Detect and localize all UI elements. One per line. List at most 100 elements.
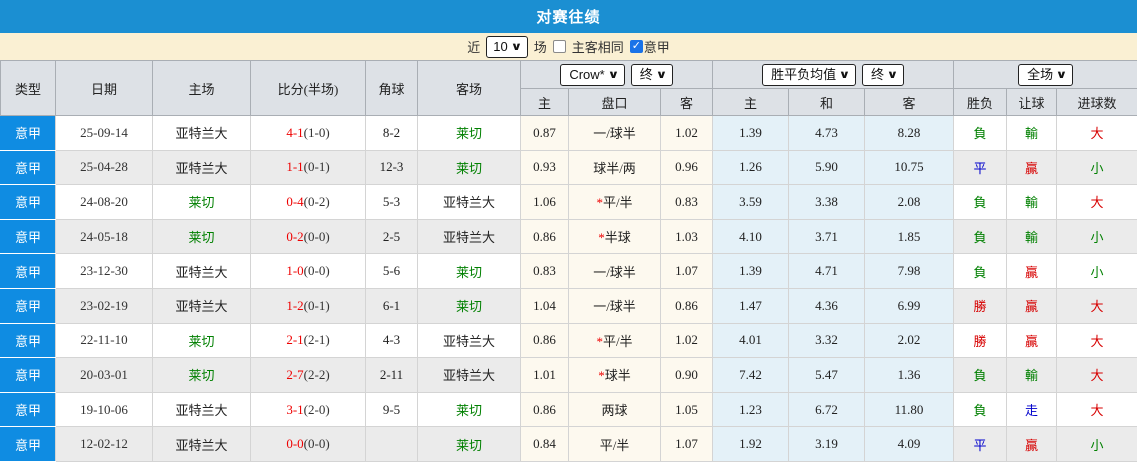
home-team-cell[interactable]: 莱切 — [153, 323, 251, 358]
halftime-score: (0-1) — [304, 298, 330, 313]
home-team-cell[interactable]: 莱切 — [153, 358, 251, 393]
odds-home-cell: 1.04 — [521, 288, 569, 323]
odds-group-header: Crow* ∨ 终 ∨ — [521, 61, 713, 89]
subcol-goals: 进球数 — [1057, 89, 1137, 116]
away-team-cell[interactable]: 莱切 — [418, 254, 521, 289]
period-select[interactable]: 全场 ∨ — [1018, 64, 1073, 86]
score-cell: 4-1(1-0) — [251, 116, 366, 151]
home-team-cell[interactable]: 亚特兰大 — [153, 254, 251, 289]
average-stage-select[interactable]: 终 ∨ — [862, 64, 904, 86]
chevron-down-icon: ∨ — [839, 66, 851, 84]
avg-away-cell: 10.75 — [865, 150, 954, 185]
goals-result-cell: 大 — [1057, 288, 1137, 323]
same-venue-checkbox[interactable] — [553, 40, 566, 53]
home-team-cell[interactable]: 亚特兰大 — [153, 150, 251, 185]
avg-away-cell: 8.28 — [865, 116, 954, 151]
match-date-cell: 24-05-18 — [56, 219, 153, 254]
subcol-avg-draw: 和 — [789, 89, 865, 116]
handicap-result-cell: 輸 — [1007, 219, 1057, 254]
average-type-select[interactable]: 胜平负均值 ∨ — [762, 64, 856, 86]
col-header-away: 客场 — [418, 61, 521, 116]
title-text: 对赛往绩 — [536, 6, 600, 27]
goals-result-cell: 小 — [1057, 427, 1137, 462]
handicap-result-cell: 輸 — [1007, 185, 1057, 220]
away-team-cell[interactable]: 莱切 — [418, 392, 521, 427]
away-team-cell[interactable]: 亚特兰大 — [418, 185, 521, 220]
near-label: 近 — [467, 37, 480, 56]
league-type-cell[interactable]: 意甲 — [1, 358, 56, 393]
table-row: 意甲 25-09-14 亚特兰大 4-1(1-0) 8-2 莱切 0.87 一/… — [1, 116, 1137, 151]
bookmaker-select[interactable]: Crow* ∨ — [560, 64, 624, 86]
league-type-cell[interactable]: 意甲 — [1, 116, 56, 151]
odds-away-cell: 1.05 — [661, 392, 713, 427]
goals-result-cell: 小 — [1057, 219, 1137, 254]
corner-score-cell — [366, 427, 418, 462]
league-type-cell[interactable]: 意甲 — [1, 185, 56, 220]
avg-away-cell: 1.85 — [865, 219, 954, 254]
away-team-cell[interactable]: 莱切 — [418, 150, 521, 185]
result-cell: 負 — [954, 254, 1007, 289]
fulltime-score: 1-0 — [286, 263, 303, 278]
league-type-cell[interactable]: 意甲 — [1, 392, 56, 427]
home-team-cell[interactable]: 莱切 — [153, 185, 251, 220]
goals-result-cell: 小 — [1057, 150, 1137, 185]
home-team-cell[interactable]: 亚特兰大 — [153, 116, 251, 151]
handicap-result-cell: 贏 — [1007, 254, 1057, 289]
away-team-cell[interactable]: 莱切 — [418, 427, 521, 462]
table-row: 意甲 12-02-12 亚特兰大 0-0(0-0) 莱切 0.84 平/半 1.… — [1, 427, 1137, 462]
handicap-cell: *平/半 — [569, 323, 661, 358]
recent-count-select[interactable]: 10 ∨ — [486, 36, 527, 58]
odds-stage-select[interactable]: 终 ∨ — [631, 64, 673, 86]
home-team-cell[interactable]: 亚特兰大 — [153, 288, 251, 323]
avg-home-cell: 1.23 — [713, 392, 789, 427]
odds-away-cell: 0.86 — [661, 288, 713, 323]
league-filter-checkbox[interactable] — [630, 40, 643, 53]
subcol-avg-home: 主 — [713, 89, 789, 116]
table-row: 意甲 24-05-18 莱切 0-2(0-0) 2-5 亚特兰大 0.86 *半… — [1, 219, 1137, 254]
halftime-score: (0-1) — [304, 159, 330, 174]
away-team-cell[interactable]: 亚特兰大 — [418, 358, 521, 393]
odds-away-cell: 1.02 — [661, 323, 713, 358]
away-team-cell[interactable]: 莱切 — [418, 116, 521, 151]
corner-score-cell: 6-1 — [366, 288, 418, 323]
league-type-cell[interactable]: 意甲 — [1, 323, 56, 358]
corner-score-cell: 9-5 — [366, 392, 418, 427]
score-cell: 0-0(0-0) — [251, 427, 366, 462]
same-venue-label[interactable]: 主客相同 — [572, 37, 624, 56]
odds-away-cell: 1.02 — [661, 116, 713, 151]
odds-home-cell: 0.83 — [521, 254, 569, 289]
league-filter-label[interactable]: 意甲 — [644, 37, 670, 56]
avg-draw-cell: 4.73 — [789, 116, 865, 151]
goals-result-cell: 大 — [1057, 392, 1137, 427]
score-cell: 1-0(0-0) — [251, 254, 366, 289]
league-type-cell[interactable]: 意甲 — [1, 150, 56, 185]
handicap-result-cell: 贏 — [1007, 288, 1057, 323]
home-team-cell[interactable]: 亚特兰大 — [153, 392, 251, 427]
result-cell: 負 — [954, 358, 1007, 393]
avg-home-cell: 4.01 — [713, 323, 789, 358]
away-team-cell[interactable]: 亚特兰大 — [418, 219, 521, 254]
score-cell: 3-1(2-0) — [251, 392, 366, 427]
handicap-cell: *平/半 — [569, 185, 661, 220]
away-team-cell[interactable]: 亚特兰大 — [418, 323, 521, 358]
league-type-cell[interactable]: 意甲 — [1, 427, 56, 462]
league-type-cell[interactable]: 意甲 — [1, 254, 56, 289]
odds-home-cell: 0.87 — [521, 116, 569, 151]
table-row: 意甲 19-10-06 亚特兰大 3-1(2-0) 9-5 莱切 0.86 两球… — [1, 392, 1137, 427]
home-team-cell[interactable]: 莱切 — [153, 219, 251, 254]
avg-draw-cell: 3.32 — [789, 323, 865, 358]
table-body: 意甲 25-09-14 亚特兰大 4-1(1-0) 8-2 莱切 0.87 一/… — [1, 116, 1137, 462]
avg-home-cell: 1.39 — [713, 116, 789, 151]
corner-score-cell: 4-3 — [366, 323, 418, 358]
result-cell: 勝 — [954, 323, 1007, 358]
score-cell: 1-1(0-1) — [251, 150, 366, 185]
league-type-cell[interactable]: 意甲 — [1, 288, 56, 323]
chevron-down-icon: ∨ — [887, 66, 899, 84]
away-team-cell[interactable]: 莱切 — [418, 288, 521, 323]
avg-away-cell: 2.08 — [865, 185, 954, 220]
avg-draw-cell: 6.72 — [789, 392, 865, 427]
avg-home-cell: 1.39 — [713, 254, 789, 289]
halftime-score: (0-2) — [304, 194, 330, 209]
league-type-cell[interactable]: 意甲 — [1, 219, 56, 254]
home-team-cell[interactable]: 亚特兰大 — [153, 427, 251, 462]
